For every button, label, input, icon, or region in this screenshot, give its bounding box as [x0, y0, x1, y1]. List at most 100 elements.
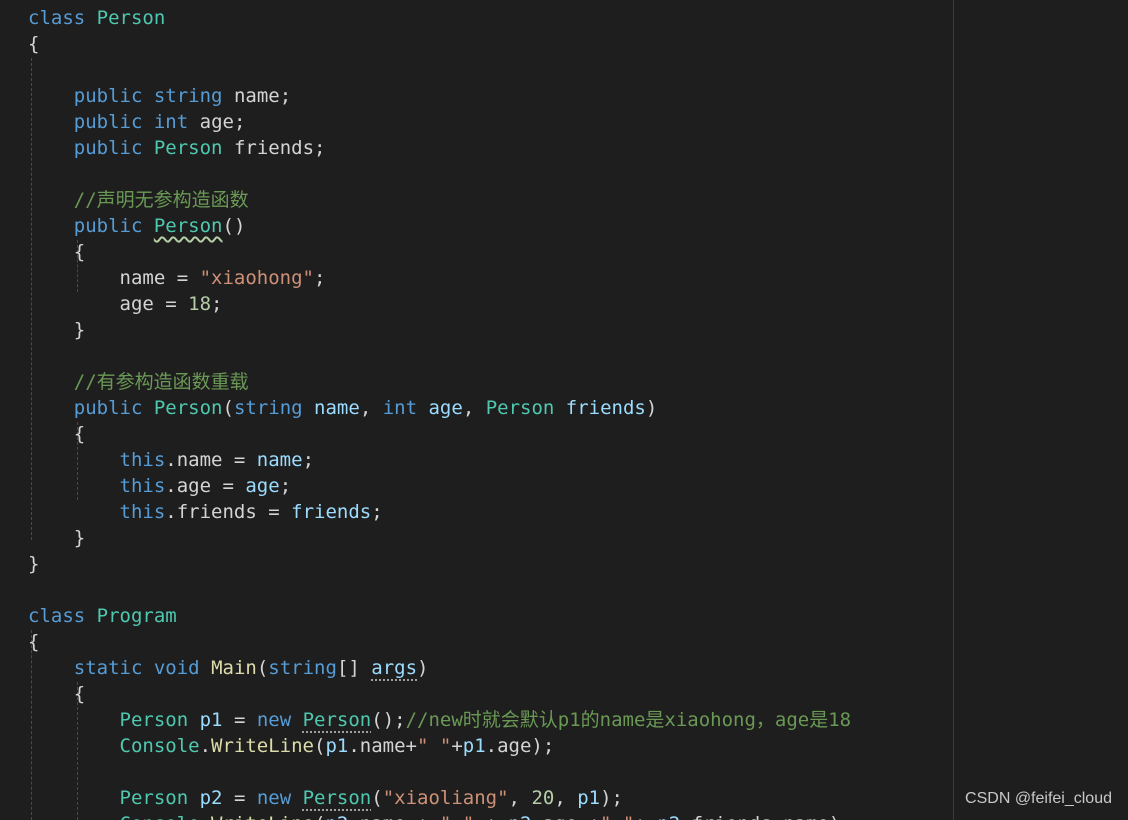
code-token: 18: [188, 293, 212, 315]
code-line[interactable]: Console.WriteLine(p2.name + " " + p2.age…: [28, 811, 852, 820]
code-token: ,: [508, 787, 532, 809]
code-line[interactable]: }: [28, 525, 85, 551]
code-token: (: [222, 397, 234, 419]
code-token: (: [314, 813, 325, 820]
code-line[interactable]: class Program: [28, 603, 177, 629]
code-token: friends;: [222, 137, 326, 159]
code-token: friends: [565, 397, 646, 419]
code-token: .age +: [531, 813, 600, 820]
code-token: (: [314, 735, 326, 757]
code-token: =: [222, 709, 257, 731]
code-token: age: [245, 475, 280, 497]
code-line[interactable]: name = "xiaohong";: [28, 265, 326, 291]
code-token: +: [451, 735, 463, 757]
code-line[interactable]: public Person(): [28, 213, 246, 239]
code-token: p1: [325, 735, 349, 757]
code-token: //有参构造函数重载: [73, 371, 249, 393]
code-line[interactable]: public int age;: [28, 109, 246, 135]
code-line[interactable]: }: [28, 317, 85, 343]
code-token: " ": [416, 735, 452, 757]
code-line[interactable]: age = 18;: [28, 291, 223, 317]
code-token: (): [222, 215, 246, 237]
code-line[interactable]: static void Main(string[] args): [28, 655, 429, 681]
code-token: Person: [96, 7, 166, 29]
code-token: string: [153, 85, 223, 107]
code-token: p2: [325, 813, 348, 820]
code-editor[interactable]: class Person{ public string name; public…: [0, 0, 1128, 820]
code-token: (: [371, 787, 383, 809]
code-token: .friends =: [165, 501, 292, 523]
code-token: Person: [153, 215, 223, 237]
code-line[interactable]: this.name = name;: [28, 447, 315, 473]
code-token: ): [417, 657, 429, 679]
code-token: ,: [359, 397, 383, 419]
code-line[interactable]: this.friends = friends;: [28, 499, 383, 525]
code-token: this: [119, 449, 166, 471]
code-token: static: [73, 657, 143, 679]
code-token: "xiaoliang": [382, 787, 509, 809]
code-token: p1: [577, 787, 601, 809]
code-line[interactable]: {: [28, 629, 39, 655]
code-line[interactable]: {: [28, 31, 39, 57]
code-line[interactable]: public string name;: [28, 83, 291, 109]
code-line[interactable]: Person p2 = new Person("xiaoliang", 20, …: [28, 785, 623, 811]
code-token: .friends.name);: [680, 813, 852, 820]
code-token: +: [634, 813, 657, 820]
code-token: int: [382, 397, 418, 419]
code-token: name =: [28, 267, 200, 289]
code-token: this: [119, 475, 166, 497]
code-token: ;: [371, 501, 383, 523]
code-token: Person: [119, 709, 189, 731]
code-token: +: [474, 813, 508, 820]
code-token: (: [256, 657, 269, 679]
code-line[interactable]: {: [28, 239, 85, 265]
code-token: Person: [485, 397, 555, 419]
code-token: Program: [96, 605, 177, 627]
code-line[interactable]: }: [28, 551, 39, 577]
code-token: {: [28, 683, 86, 705]
code-line[interactable]: Person p1 = new Person();//new时就会默认p1的na…: [28, 707, 852, 733]
code-line[interactable]: class Person: [28, 5, 165, 31]
code-token: "xiaohong": [199, 267, 314, 289]
code-area[interactable]: class Person{ public string name; public…: [0, 0, 953, 820]
code-line[interactable]: {: [28, 681, 85, 707]
code-token: WriteLine: [211, 813, 314, 820]
code-token: }: [28, 527, 86, 549]
code-token: ;: [302, 449, 315, 471]
code-token: public: [73, 111, 143, 133]
code-token: .: [199, 735, 212, 757]
code-token: p2: [657, 813, 680, 820]
code-token: int: [153, 111, 189, 133]
code-line[interactable]: public Person(string name, int age, Pers…: [28, 395, 658, 421]
code-token: p1: [462, 735, 486, 757]
code-line[interactable]: public Person friends;: [28, 135, 326, 161]
code-token: Main: [211, 657, 257, 679]
code-token: new: [256, 787, 292, 809]
editor-divider: [953, 0, 954, 820]
code-line[interactable]: Console.WriteLine(p1.name+" "+p1.age);: [28, 733, 555, 759]
code-token: name: [256, 449, 303, 471]
code-line[interactable]: {: [28, 421, 85, 447]
code-token: age;: [188, 111, 246, 133]
code-token: );: [600, 787, 623, 809]
code-line[interactable]: //有参构造函数重载: [28, 369, 249, 395]
code-line[interactable]: //声明无参构造函数: [28, 187, 249, 213]
code-line[interactable]: this.age = age;: [28, 473, 292, 499]
code-token: Person: [302, 709, 372, 731]
